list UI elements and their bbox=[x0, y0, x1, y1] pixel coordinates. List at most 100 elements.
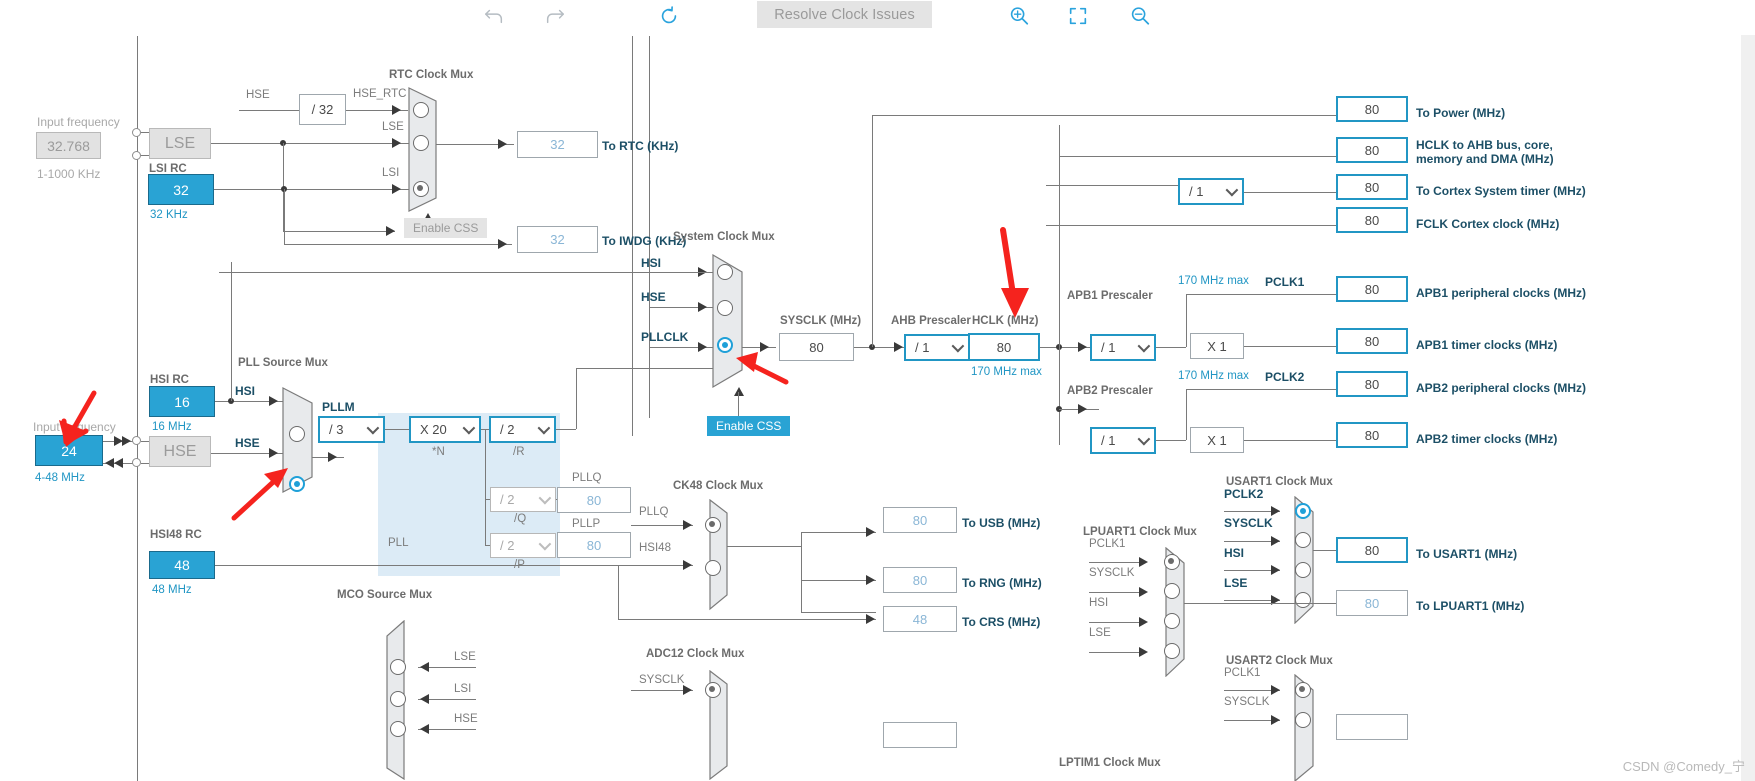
wire-lpuart1-out bbox=[1184, 603, 1347, 604]
apb2-timer-value-box: 80 bbox=[1336, 422, 1408, 448]
cortex-prescaler-dropdown[interactable]: / 1 bbox=[1178, 178, 1244, 205]
ck48-mux-radio-hsi48[interactable] bbox=[705, 560, 721, 576]
mco-mux-radio-lsi[interactable] bbox=[390, 691, 406, 707]
ck48-mux-radio-pllq[interactable] bbox=[705, 517, 721, 533]
wire-lse-css bbox=[283, 231, 395, 232]
zoom-in-button[interactable] bbox=[1005, 0, 1033, 31]
mco-mux-radio-hse[interactable] bbox=[390, 721, 406, 737]
sysclk-label: SYSCLK (MHz) bbox=[780, 315, 862, 327]
system-clock-mux-radio-hse[interactable] bbox=[717, 300, 733, 316]
arrow-crs bbox=[866, 614, 875, 624]
plln-value: X 20 bbox=[420, 422, 447, 437]
pllp-dropdown[interactable]: / 2 bbox=[490, 533, 556, 558]
zoom-out-button[interactable] bbox=[1126, 0, 1154, 31]
rtc-mux-radio-lse[interactable] bbox=[413, 135, 429, 151]
wire-lpuart1-lse bbox=[1089, 652, 1145, 653]
hclk-max-label: 170 MHz max bbox=[971, 366, 1042, 378]
pllq-dropdown[interactable]: / 2 bbox=[490, 487, 556, 512]
hsi-unit-label: 16 MHz bbox=[152, 421, 192, 433]
ck48-clock-mux[interactable] bbox=[696, 499, 730, 611]
wire-hsi48-down bbox=[618, 565, 619, 619]
wire-ck48-usb bbox=[801, 532, 876, 533]
chevron-down-icon bbox=[538, 537, 552, 550]
lpuart1-input-label-lse: LSE bbox=[1089, 627, 1111, 639]
lpuart1-mux-radio-lse[interactable] bbox=[1164, 643, 1180, 659]
wire-n-branch bbox=[485, 429, 486, 545]
arrow-lsi-rtcmux bbox=[392, 184, 401, 194]
arrow-usart1-pclk2 bbox=[1271, 506, 1280, 516]
wire-cortex-out bbox=[1244, 192, 1348, 193]
resolve-clock-issues-button[interactable]: Resolve Clock Issues bbox=[757, 1, 932, 28]
apb1-timer-label: APB1 timer clocks (MHz) bbox=[1416, 338, 1558, 352]
lse-pin-in bbox=[132, 128, 141, 137]
lse-block[interactable]: LSE bbox=[149, 128, 211, 159]
ahb-prescaler-value: / 1 bbox=[915, 340, 930, 355]
ahb-prescaler-dropdown[interactable]: / 1 bbox=[904, 334, 970, 361]
adc12-mux-radio-sysclk[interactable] bbox=[705, 682, 721, 698]
hsi48-value-field[interactable]: 48 bbox=[149, 551, 215, 579]
arrow-rtc-out bbox=[498, 139, 507, 149]
arrow-hsi48-ck48mux bbox=[683, 560, 692, 570]
arrow-hse-sysmux bbox=[698, 302, 707, 312]
apb2-prescaler-dropdown[interactable]: / 1 bbox=[1090, 427, 1156, 454]
sysclk-enable-css-button[interactable]: Enable CSS bbox=[707, 416, 791, 436]
plln-dropdown[interactable]: X 20 bbox=[409, 416, 481, 443]
usart2-input-label-sysclk: SYSCLK bbox=[1224, 696, 1270, 708]
reset-button[interactable] bbox=[655, 0, 683, 31]
usart2-mux-radio-pclk1[interactable] bbox=[1295, 682, 1311, 698]
rtc-mux-radio-hse-rtc[interactable] bbox=[413, 102, 429, 118]
rtc-mux-radio-lsi[interactable] bbox=[413, 181, 429, 197]
pll-source-mux-radio-hsi[interactable] bbox=[289, 426, 305, 442]
wire-label-lsi: LSI bbox=[382, 167, 400, 179]
apb1-prescaler-dropdown[interactable]: / 1 bbox=[1090, 334, 1156, 361]
redo-button[interactable] bbox=[541, 0, 569, 31]
to-rng-value-box: 80 bbox=[883, 567, 957, 593]
redo-icon bbox=[546, 9, 564, 23]
mco-input-label-lsi: LSI bbox=[454, 683, 472, 695]
pllm-dropdown[interactable]: / 3 bbox=[318, 416, 385, 443]
arrow-lse-rtcmux bbox=[392, 138, 401, 148]
system-clock-mux-radio-hsi[interactable] bbox=[717, 264, 733, 280]
lpuart1-input-label-hsi: HSI bbox=[1089, 597, 1109, 609]
arrow-hse-out-1 bbox=[105, 458, 114, 468]
hclk-ahb-label: HCLK to AHB bus, core, memory and DMA (M… bbox=[1416, 138, 1554, 166]
hsi-value-field[interactable]: 16 bbox=[149, 386, 215, 417]
usart1-mux-radio-sysclk[interactable] bbox=[1295, 532, 1311, 548]
usart2-mux-radio-sysclk[interactable] bbox=[1295, 712, 1311, 728]
wire-lse-to-rtcmux bbox=[211, 143, 409, 144]
usart1-mux-radio-hsi[interactable] bbox=[1295, 562, 1311, 578]
pll-group-label: PLL bbox=[388, 537, 409, 549]
wire-ck48-out bbox=[727, 546, 801, 547]
refresh-icon bbox=[661, 5, 677, 23]
apb1-prescaler-value: / 1 bbox=[1101, 340, 1116, 355]
fit-to-window-button[interactable] bbox=[1064, 0, 1092, 31]
lpuart1-mux-radio-pclk1[interactable] bbox=[1164, 554, 1180, 570]
lsi-value-field[interactable]: 32 bbox=[148, 174, 214, 205]
wire-lpuart1-hsi bbox=[1089, 622, 1145, 623]
lse-input-frequency-field[interactable]: 32.768 bbox=[36, 132, 101, 159]
arrow-mco-lse bbox=[420, 662, 429, 672]
mco-input-label-lse: LSE bbox=[454, 651, 476, 663]
ck48-clock-mux-title: CK48 Clock Mux bbox=[673, 480, 764, 492]
vertical-scrollbar[interactable] bbox=[1741, 35, 1755, 781]
toolbar: Resolve Clock Issues bbox=[0, 0, 1755, 31]
mco-mux-radio-lse[interactable] bbox=[390, 659, 406, 675]
undo-button[interactable] bbox=[480, 0, 508, 31]
to-power-label: To Power (MHz) bbox=[1416, 106, 1506, 120]
wire-label-pllclk: PLLCLK bbox=[641, 330, 689, 344]
arrow-adc12-sysclk bbox=[683, 685, 692, 695]
wire-lse-pin-a bbox=[141, 132, 149, 133]
lpuart1-mux-radio-hsi[interactable] bbox=[1164, 613, 1180, 629]
arrow-hse-pllmux bbox=[269, 448, 278, 458]
rtc-enable-css-button[interactable]: Enable CSS bbox=[404, 218, 488, 238]
wire-label-pllq: PLLQ bbox=[639, 506, 669, 518]
pllr-dropdown[interactable]: / 2 bbox=[489, 416, 556, 443]
usart1-input-label-sysclk: SYSCLK bbox=[1224, 516, 1273, 530]
expand-icon bbox=[1069, 7, 1087, 24]
hse-block[interactable]: HSE bbox=[149, 436, 211, 467]
chevron-down-icon bbox=[1225, 183, 1239, 196]
usart1-input-label-lse: LSE bbox=[1224, 576, 1248, 590]
usart1-mux-radio-lse[interactable] bbox=[1295, 592, 1311, 608]
lpuart1-mux-radio-sysclk[interactable] bbox=[1164, 583, 1180, 599]
usart1-mux-radio-pclk2[interactable] bbox=[1295, 503, 1311, 519]
